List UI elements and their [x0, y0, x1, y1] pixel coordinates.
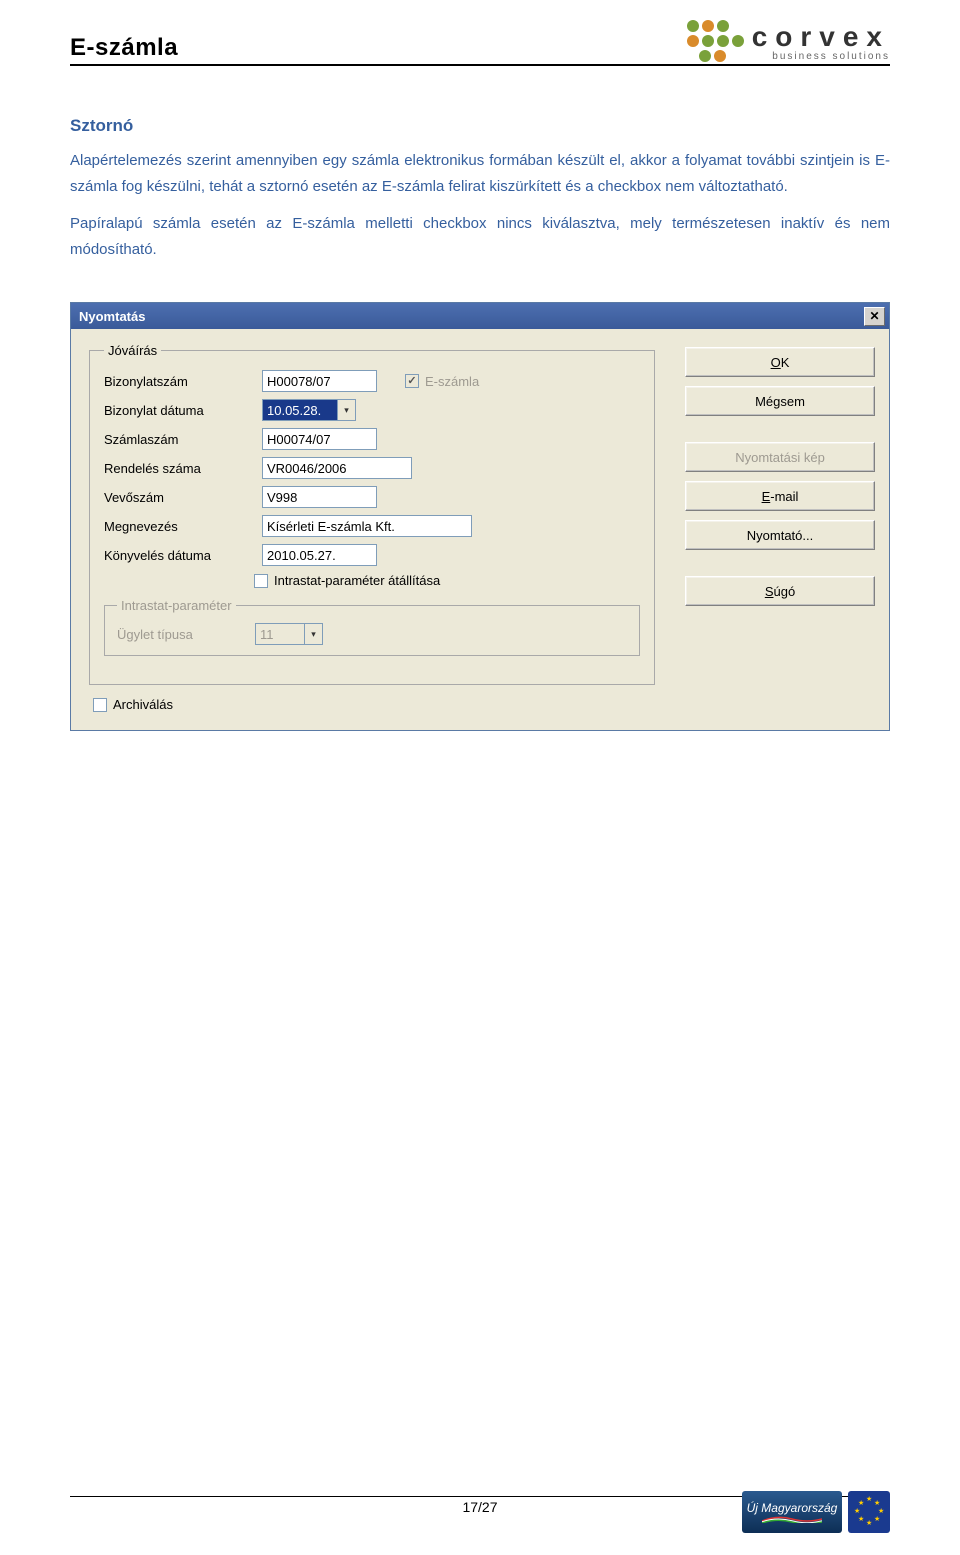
label-intrastat-atallitasa: Intrastat-paraméter átállítása	[274, 573, 440, 588]
input-vevoszam[interactable]: V998	[262, 486, 377, 508]
groupbox-jovairas: Jóváírás Bizonylatszám H00078/07 E-száml…	[89, 343, 655, 685]
checkbox-intrastat-atallitasa[interactable]	[254, 574, 268, 588]
chevron-down-icon: ▾	[305, 623, 323, 645]
logo-subtitle: business solutions	[752, 51, 890, 62]
logo-text: corvex	[752, 21, 890, 53]
help-button[interactable]: Súgó	[685, 576, 875, 606]
label-eszamla: E-számla	[425, 374, 479, 389]
wave-icon	[762, 1515, 822, 1523]
label-ugylet-tipusa: Ügylet típusa	[117, 627, 247, 642]
eu-flag-badge: ★ ★ ★ ★ ★ ★ ★ ★	[848, 1491, 890, 1533]
checkbox-archivalas[interactable]	[93, 698, 107, 712]
dialog-title: Nyomtatás	[79, 309, 145, 324]
label-megnevezes: Megnevezés	[104, 519, 254, 534]
label-bizonylat-datuma: Bizonylat dátuma	[104, 403, 254, 418]
groupbox-jovairas-legend: Jóváírás	[104, 343, 161, 358]
input-szamlaszam[interactable]: H00074/07	[262, 428, 377, 450]
body-paragraph-2: Papíralapú számla esetén az E-számla mel…	[70, 211, 890, 262]
input-megnevezes[interactable]: Kísérleti E-számla Kft.	[262, 515, 472, 537]
label-konyveles-datuma: Könyvelés dátuma	[104, 548, 254, 563]
input-bizonylat-datuma[interactable]: 10.05.28.	[262, 399, 338, 421]
label-bizonylatszam: Bizonylatszám	[104, 374, 254, 389]
logo-dots-icon	[687, 20, 744, 62]
document-header: E-számla corvex business solutions	[70, 20, 890, 66]
page-footer: 17/27 Új Magyarország ★ ★ ★ ★ ★ ★ ★	[70, 1496, 890, 1515]
groupbox-intrastat: Intrastat-paraméter Ügylet típusa 11 ▾	[104, 598, 640, 656]
page-number: 17/27	[462, 1499, 497, 1515]
section-heading: Sztornó	[70, 116, 890, 136]
label-vevoszam: Vevőszám	[104, 490, 254, 505]
checkbox-eszamla	[405, 374, 419, 388]
label-archivalas: Archiválás	[113, 697, 173, 712]
printer-button[interactable]: Nyomtató...	[685, 520, 875, 550]
cancel-button[interactable]: Mégsem	[685, 386, 875, 416]
input-konyveles-datuma[interactable]: 2010.05.27.	[262, 544, 377, 566]
print-dialog: Nyomtatás ✕ Jóváírás Bizonylatszám H0007…	[70, 302, 890, 731]
close-icon[interactable]: ✕	[864, 307, 885, 326]
input-ugylet-tipusa: 11	[255, 623, 305, 645]
ok-button[interactable]: OK	[685, 347, 875, 377]
uj-magyarorszag-badge: Új Magyarország	[742, 1491, 842, 1533]
document-title: E-számla	[70, 34, 178, 62]
corvex-logo: corvex business solutions	[687, 20, 890, 62]
label-szamlaszam: Számlaszám	[104, 432, 254, 447]
groupbox-intrastat-legend: Intrastat-paraméter	[117, 598, 236, 613]
input-bizonylatszam[interactable]: H00078/07	[262, 370, 377, 392]
eu-stars-icon: ★ ★ ★ ★ ★ ★ ★ ★	[854, 1497, 884, 1527]
chevron-down-icon[interactable]: ▾	[338, 399, 356, 421]
print-preview-button: Nyomtatási kép	[685, 442, 875, 472]
email-button[interactable]: E-mail	[685, 481, 875, 511]
body-paragraph-1: Alapértelemezés szerint amennyiben egy s…	[70, 148, 890, 199]
label-rendeles-szama: Rendelés száma	[104, 461, 254, 476]
dialog-titlebar[interactable]: Nyomtatás ✕	[71, 303, 889, 329]
input-rendeles-szama[interactable]: VR0046/2006	[262, 457, 412, 479]
